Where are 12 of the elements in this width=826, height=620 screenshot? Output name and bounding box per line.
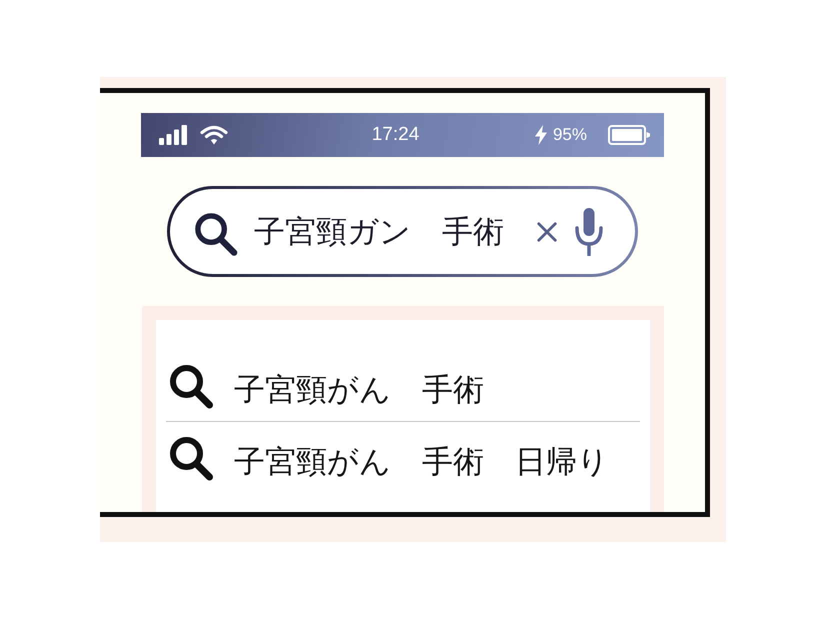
signal-icon bbox=[159, 125, 187, 145]
microphone-icon[interactable] bbox=[574, 208, 604, 256]
search-icon bbox=[168, 362, 214, 408]
search-icon bbox=[168, 434, 214, 480]
status-time: 17:24 bbox=[372, 124, 420, 146]
close-icon[interactable] bbox=[536, 220, 558, 242]
wifi-icon bbox=[200, 125, 228, 145]
suggestion-item[interactable]: 子宮頸がん 手術 bbox=[156, 350, 650, 421]
search-icon[interactable] bbox=[193, 211, 238, 256]
suggestion-item[interactable]: 子宮頸がん 手術 日帰り bbox=[156, 422, 650, 493]
battery-percent: 95% bbox=[552, 125, 587, 145]
battery-icon bbox=[608, 125, 650, 145]
